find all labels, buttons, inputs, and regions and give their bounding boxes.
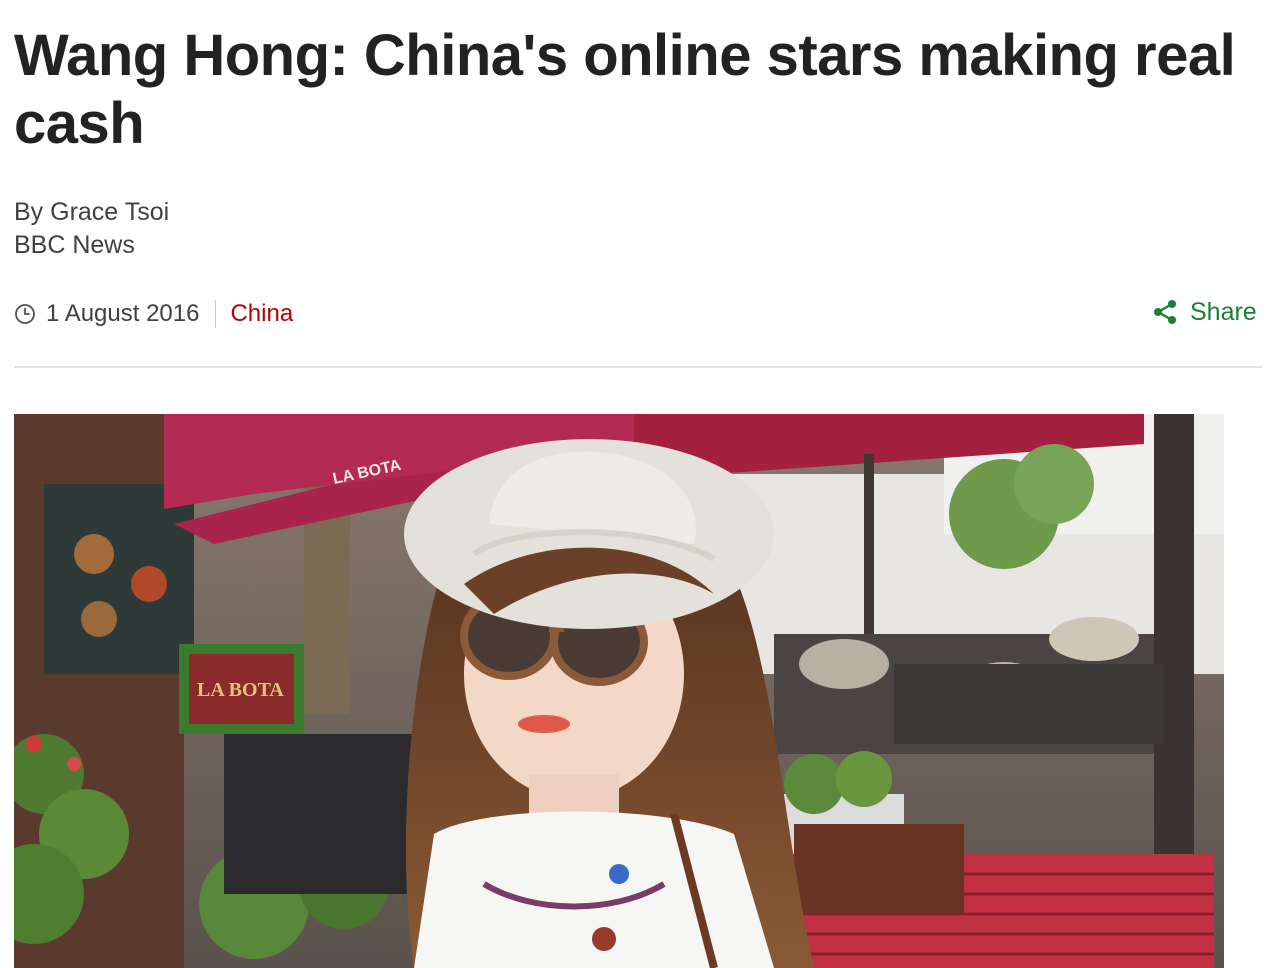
share-label: Share <box>1190 297 1257 326</box>
article-headline: Wang Hong: China's online stars making r… <box>14 23 1236 156</box>
article-hero-image: LA BOTA LA BOTA <box>14 414 1224 968</box>
article-page: Wang Hong: China's online stars making r… <box>0 0 1272 968</box>
article-meta: 1 August 2016 China <box>14 296 293 332</box>
share-button[interactable]: Share <box>1150 294 1257 330</box>
clock-icon <box>14 303 36 325</box>
section-link-china[interactable]: China <box>230 300 293 328</box>
sign-text: LA BOTA <box>197 679 284 701</box>
meta-divider <box>215 300 217 328</box>
share-icon <box>1150 297 1180 327</box>
hero-photo: LA BOTA LA BOTA <box>14 414 1224 968</box>
byline-author: By Grace Tsoi <box>14 198 170 226</box>
menu-board <box>44 484 194 674</box>
publish-date: 1 August 2016 <box>46 300 200 327</box>
byline: By Grace Tsoi BBC News <box>14 196 169 262</box>
byline-organization: BBC News <box>14 231 135 259</box>
header-divider <box>14 366 1262 368</box>
